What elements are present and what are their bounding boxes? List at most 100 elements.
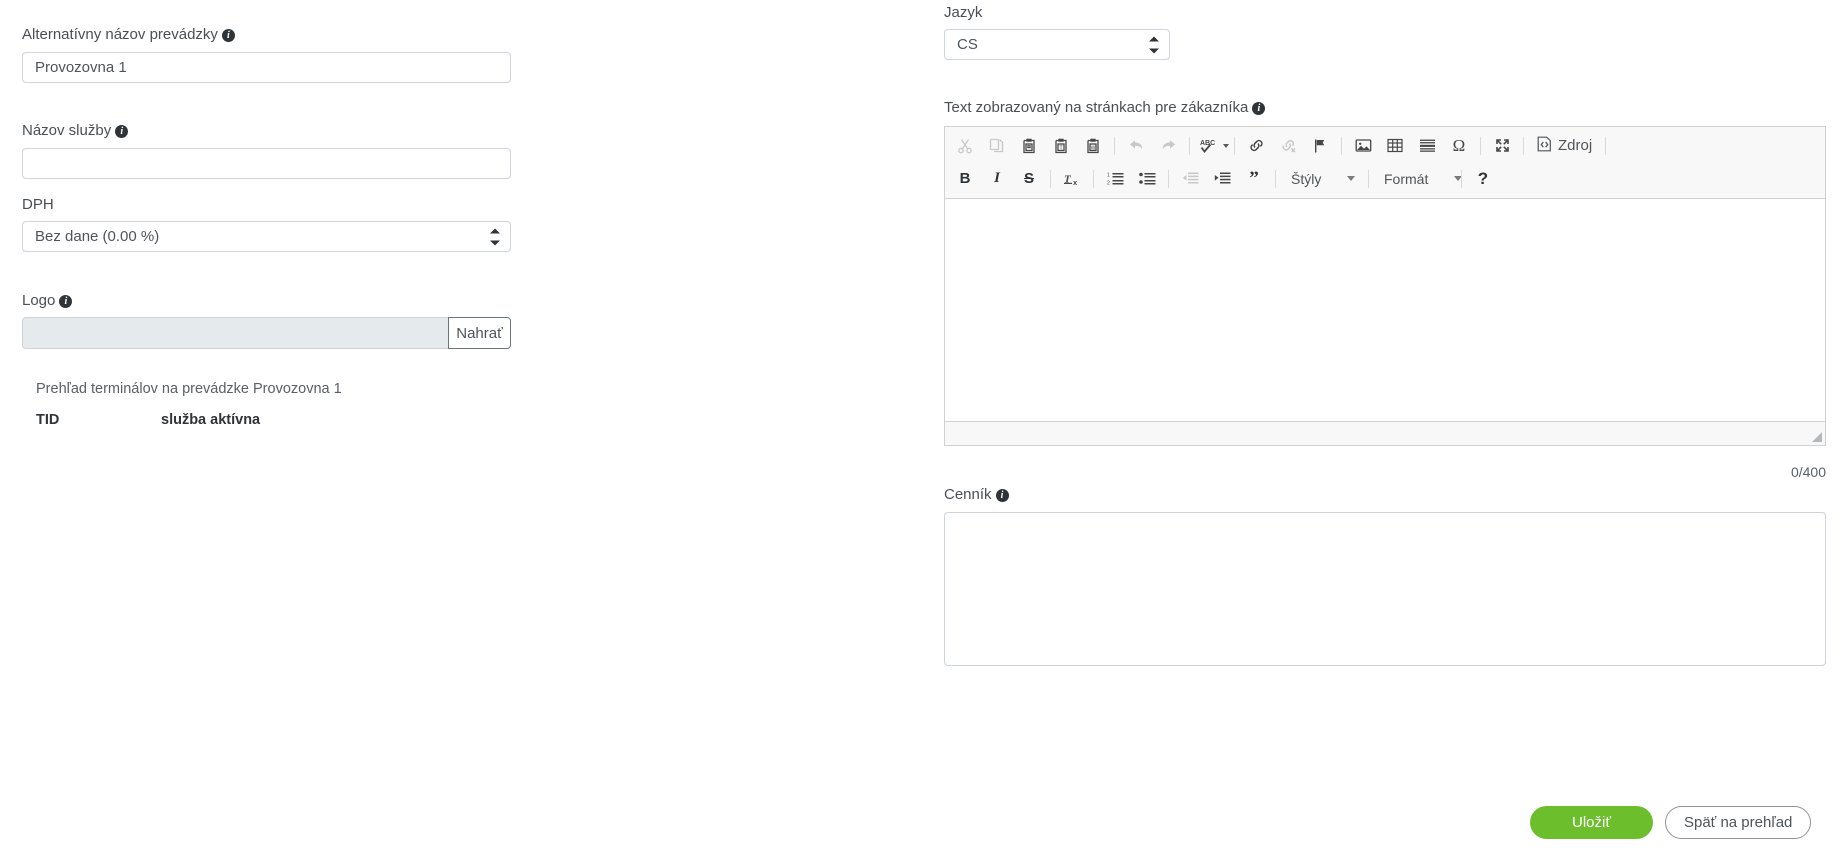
column-header-service-active: služba aktívna [161,412,261,428]
editor-toolbar-row-1: T W ABC Ω Zdroj [949,129,1821,162]
form-actions: Uložiť Späť na prehľad [1530,806,1812,839]
info-icon[interactable]: i [1252,102,1266,115]
toolbar-separator [1093,169,1094,188]
numbered-list-icon[interactable]: 1 2 [1101,166,1129,192]
paste-icon[interactable] [1015,133,1043,159]
alt-name-input[interactable] [22,52,511,83]
vat-selected-value: Bez dane (0.00 %) [35,228,160,245]
paste-text-icon[interactable]: T [1047,133,1075,159]
logo-upload-button[interactable]: Nahrať [448,317,511,349]
info-icon[interactable]: i [115,125,129,138]
editor-footer [945,421,1825,445]
chevron-down-icon [1347,176,1356,181]
alt-name-field-wrap [22,52,511,83]
terminals-table-wrap: TID služba aktívna [36,412,496,434]
maximize-icon[interactable] [1488,133,1516,159]
char-counter-wrap: 0/400 [944,464,1826,482]
help-icon[interactable]: ? [1469,166,1497,192]
remove-format-icon[interactable]: T x [1058,166,1086,192]
unlink-icon[interactable] [1274,133,1302,159]
table-header-row: TID služba aktívna [36,412,260,434]
source-icon [1537,136,1552,156]
special-char-icon[interactable]: Ω [1445,133,1473,159]
blockquote-icon[interactable]: ” [1240,166,1268,192]
redo-icon[interactable] [1154,133,1182,159]
alt-name-label: Alternatívny názov prevádzky i [22,26,235,44]
toolbar-separator [1050,169,1051,188]
toolbar-separator [1461,169,1462,188]
char-counter: 0/400 [1790,464,1826,480]
toolbar-separator [1114,136,1115,155]
toolbar-separator [1368,169,1369,188]
resize-grip-icon[interactable] [1812,432,1822,442]
source-button[interactable]: Zdroj [1531,133,1598,159]
toolbar-separator [1523,136,1524,155]
save-button[interactable]: Uložiť [1530,806,1653,839]
customer-text-label-text: Text zobrazovaný na stránkach pre zákazn… [944,99,1249,116]
editor-content-area[interactable] [945,199,1825,421]
price-list-textarea[interactable] [944,512,1826,666]
strikethrough-icon[interactable]: S [1015,166,1043,192]
table-icon[interactable] [1381,133,1409,159]
bold-icon[interactable]: B [951,166,979,192]
bulleted-list-icon[interactable] [1133,166,1161,192]
vat-label: DPH [22,196,54,214]
terminals-table: TID služba aktívna [36,412,260,434]
styles-combo[interactable]: Štýly [1283,166,1361,192]
editor-toolbar-row-2: B I S T x 1 2 ” Štýly Formát ? [949,162,1821,195]
service-name-input[interactable] [22,148,511,179]
indent-icon[interactable] [1208,166,1236,192]
language-selected-value: CS [957,36,978,53]
format-combo-label: Formát [1384,170,1429,187]
column-header-tid: TID [36,412,60,428]
vat-select-wrap: Bez dane (0.00 %) [22,221,511,252]
price-list-label-text: Cenník [944,486,992,503]
horizontal-rule-icon[interactable] [1413,133,1441,159]
logo-label: Logo i [22,292,73,310]
undo-icon[interactable] [1122,133,1150,159]
source-label: Zdroj [1558,137,1593,154]
image-icon[interactable] [1349,133,1377,159]
svg-text:2: 2 [1107,181,1110,187]
alt-name-label-text: Alternatívny názov prevádzky [22,26,218,43]
toolbar-separator [1275,169,1276,188]
paste-word-icon[interactable]: W [1079,133,1107,159]
toolbar-separator [1480,136,1481,155]
italic-icon[interactable]: I [983,166,1011,192]
toolbar-separator [1234,136,1235,155]
language-select[interactable]: CS [944,29,1170,60]
link-icon[interactable] [1242,133,1270,159]
logo-upload-group: Nahrať [22,317,511,349]
outdent-icon[interactable] [1176,166,1204,192]
customer-text-label: Text zobrazovaný na stránkach pre zákazn… [944,99,1266,117]
language-select-wrap: CS [944,29,1170,60]
styles-combo-label: Štýly [1291,170,1322,187]
language-label-text: Jazyk [944,4,983,21]
service-name-field-wrap [22,148,511,179]
editor-toolbar: T W ABC Ω Zdroj B I S T x 1 2 ” Štýly Fo… [945,127,1825,199]
vat-select[interactable]: Bez dane (0.00 %) [22,221,511,252]
logo-label-text: Logo [22,292,56,309]
vat-label-text: DPH [22,196,54,213]
toolbar-separator [1341,136,1342,155]
toolbar-separator [1189,136,1190,155]
cut-icon[interactable] [951,133,979,159]
chevron-down-icon[interactable] [1223,143,1229,148]
info-icon[interactable]: i [59,295,73,308]
info-icon[interactable]: i [995,489,1009,502]
spellcheck-icon[interactable]: ABC [1197,133,1219,159]
svg-text:x: x [1073,178,1078,187]
back-to-overview-button[interactable]: Späť na prehľad [1664,806,1812,839]
toolbar-separator [1605,136,1607,155]
logo-file-display[interactable] [22,317,448,349]
format-combo[interactable]: Formát [1376,166,1463,192]
info-icon[interactable]: i [221,29,235,42]
service-name-label: Názov služby i [22,122,129,140]
toolbar-separator [1168,169,1169,188]
price-list-label: Cenník i [944,486,1009,504]
rich-text-editor: T W ABC Ω Zdroj B I S T x 1 2 ” Štýly Fo… [944,126,1826,446]
anchor-flag-icon[interactable] [1306,133,1334,159]
svg-text:1: 1 [1107,173,1110,179]
svg-text:W: W [1091,145,1096,151]
copy-icon[interactable] [983,133,1011,159]
